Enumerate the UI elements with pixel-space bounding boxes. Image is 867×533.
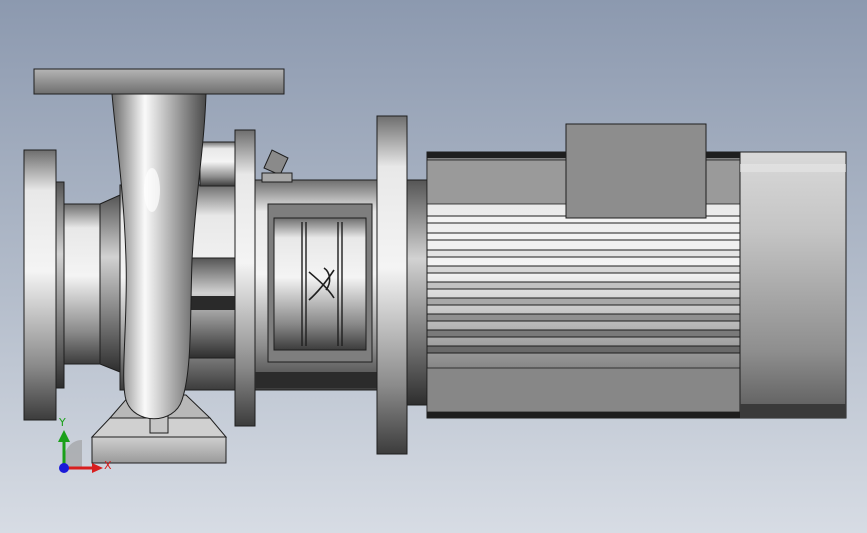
bearing-bracket-window: [267, 203, 373, 363]
fan-cover[interactable]: [739, 151, 847, 419]
y-axis-label: Y: [58, 416, 66, 429]
terminal-box[interactable]: [565, 123, 707, 219]
x-axis-label: X: [104, 459, 112, 472]
discharge-flange[interactable]: [33, 68, 285, 95]
cooling-fins: [426, 215, 741, 354]
pump-model-svg: Y X: [0, 0, 867, 533]
cad-viewport[interactable]: Y X: [0, 0, 867, 533]
